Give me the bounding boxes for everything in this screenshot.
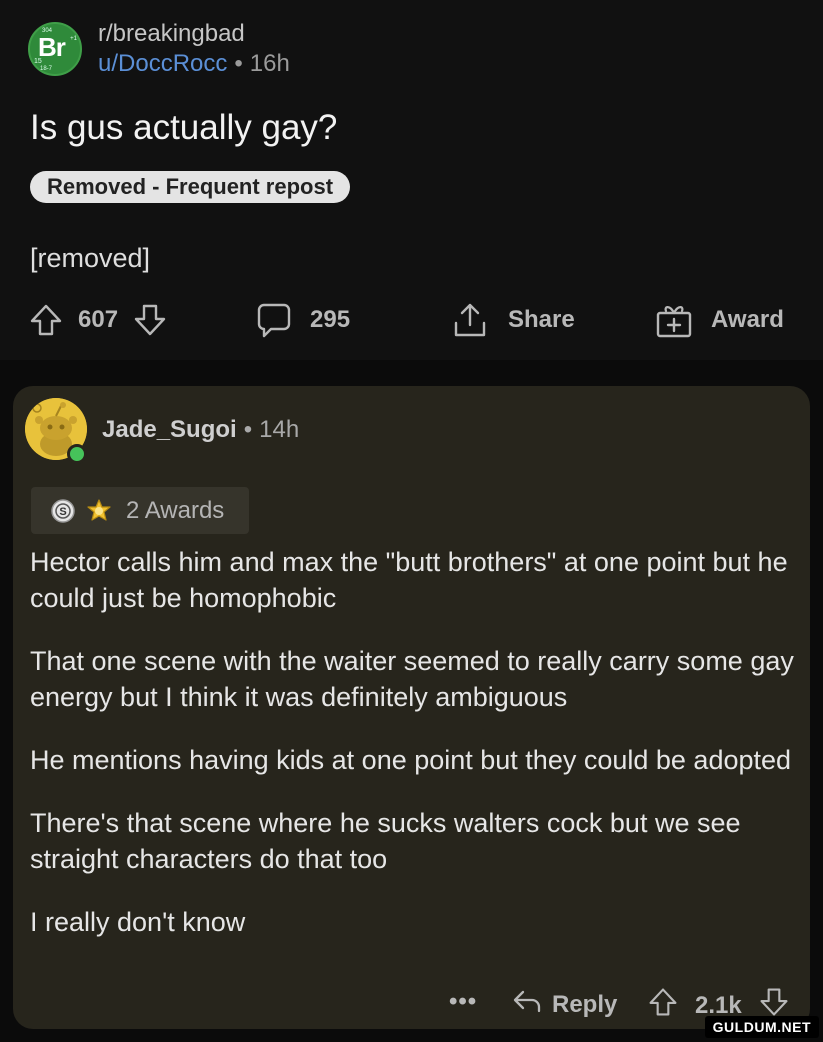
meta-separator: •	[243, 416, 253, 443]
comment-meta: Jade_Sugoi • 14h	[102, 416, 299, 444]
downvote-icon[interactable]	[132, 302, 168, 338]
silver-award-icon: S	[50, 498, 76, 524]
comment-author[interactable]: Jade_Sugoi	[102, 416, 237, 443]
reply-button[interactable]: Reply	[512, 986, 617, 1023]
post-age: 16h	[249, 50, 290, 77]
post-card: 304 +1 Br 15 18-7 r/breakingbad u/DoccRo…	[0, 0, 823, 360]
element-number-bottom: 18-7	[40, 66, 53, 72]
element-symbol: Br	[38, 32, 66, 62]
comment-body: Hector calls him and max the "butt broth…	[30, 544, 800, 967]
element-number-left: 15	[34, 58, 42, 65]
gift-icon	[655, 301, 693, 339]
post-header: 304 +1 Br 15 18-7 r/breakingbad u/DoccRo…	[28, 16, 290, 82]
upvote-icon[interactable]	[28, 302, 64, 338]
post-author[interactable]: u/DoccRocc	[98, 50, 227, 77]
post-vote-group: 607	[28, 296, 168, 344]
comment-actions: ••• Reply 2.1k	[13, 984, 810, 1024]
post-author-line: u/DoccRocc • 16h	[98, 49, 290, 79]
comment-age: 14h	[259, 416, 300, 443]
wholesome-award-icon	[86, 498, 112, 524]
comment-paragraph: That one scene with the waiter seemed to…	[30, 646, 794, 712]
comment-paragraph: There's that scene where he sucks walter…	[30, 808, 741, 874]
upvote-icon[interactable]	[647, 986, 679, 1025]
comment-count: 295	[310, 306, 351, 333]
subreddit-name[interactable]: r/breakingbad	[98, 19, 290, 49]
subreddit-avatar[interactable]: 304 +1 Br 15 18-7	[28, 22, 82, 76]
comment-card: Jade_Sugoi • 14h S 2 Awards Hector calls h…	[13, 386, 810, 1029]
share-button[interactable]: Share	[452, 296, 575, 344]
share-icon	[452, 301, 488, 339]
watermark: GULDUM.NET	[704, 1016, 819, 1038]
online-indicator	[67, 444, 87, 464]
element-number-right: +1	[70, 36, 77, 42]
post-score: 607	[78, 306, 119, 333]
reply-arrow-icon	[512, 986, 542, 1023]
post-meta: r/breakingbad u/DoccRocc • 16h	[98, 19, 290, 79]
share-label: Share	[508, 306, 575, 333]
comment-paragraph: I really don't know	[30, 907, 246, 937]
awards-badge[interactable]: S 2 Awards	[31, 487, 249, 534]
svg-text:S: S	[59, 506, 66, 518]
award-button[interactable]: Award	[655, 296, 784, 344]
comment-paragraph: Hector calls him and max the "butt broth…	[30, 547, 788, 613]
comment-paragraph: He mentions having kids at one point but…	[30, 745, 792, 775]
post-title[interactable]: Is gus actually gay?	[30, 108, 337, 148]
comment-bubble-icon	[256, 301, 292, 339]
more-options-button[interactable]: •••	[449, 984, 477, 1020]
award-label: Award	[711, 306, 784, 333]
reply-label: Reply	[552, 990, 618, 1018]
post-actions: 607 295 Share Award	[0, 296, 823, 344]
post-body: [removed]	[30, 243, 151, 273]
post-flair: Removed - Frequent repost	[30, 171, 351, 203]
awards-count: 2 Awards	[126, 496, 225, 524]
comments-button[interactable]: 295	[256, 296, 350, 344]
meta-separator: •	[234, 50, 243, 77]
